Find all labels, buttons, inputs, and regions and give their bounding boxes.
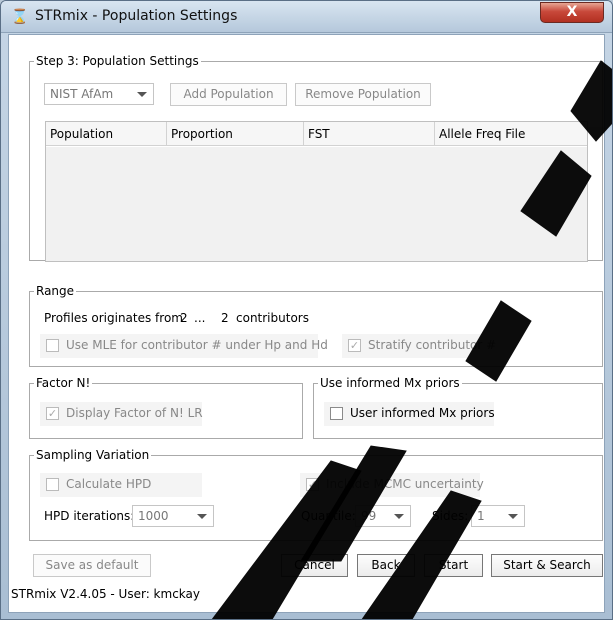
- dialog-content: Step 3: Population Settings NIST AfAm Ad…: [8, 34, 605, 613]
- remove-population-button[interactable]: Remove Population: [295, 83, 431, 106]
- range-group: Range Profiles originates from 2 ... 2 c…: [29, 284, 603, 367]
- population-settings-group: Step 3: Population Settings NIST AfAm Ad…: [29, 54, 603, 262]
- factor-group: Factor N! ✓ Display Factor of N! LR: [29, 376, 303, 439]
- window-title: STRmix - Population Settings: [35, 8, 238, 24]
- sides-select[interactable]: 1: [471, 505, 525, 527]
- mcmc-label: Include MCMC uncertainty: [326, 477, 484, 491]
- population-table[interactable]: Population Proportion FST Allele Freq Fi…: [45, 121, 588, 262]
- mx-priors-group: Use informed Mx priors User informed Mx …: [313, 376, 603, 439]
- display-factor-checkbox[interactable]: ✓: [46, 407, 59, 420]
- user-mx-checkbox[interactable]: [330, 407, 343, 420]
- hpd-iterations-label: HPD iterations:: [44, 509, 135, 523]
- quantile-select[interactable]: 99: [355, 505, 411, 527]
- back-button[interactable]: Back: [357, 554, 415, 577]
- mcmc-checkbox[interactable]: ✓: [306, 478, 319, 491]
- quantile-label: Quantile:: [301, 509, 356, 523]
- sides-label: Sides:: [432, 509, 469, 523]
- hpd-checkbox[interactable]: [46, 478, 59, 491]
- user-mx-row[interactable]: User informed Mx priors: [324, 402, 495, 426]
- chevron-down-icon: [197, 514, 207, 519]
- status-bar: STRmix V2.4.05 - User: kmckay: [11, 587, 200, 601]
- title-bar[interactable]: ⌛ STRmix - Population Settings X: [1, 1, 612, 33]
- mx-group-title: Use informed Mx priors: [318, 376, 462, 390]
- quantile-value: 99: [361, 509, 377, 523]
- table-body[interactable]: [46, 147, 587, 261]
- range-min[interactable]: 2: [180, 311, 188, 326]
- sides-value: 1: [477, 509, 485, 523]
- save-as-default-button[interactable]: Save as default: [33, 554, 151, 577]
- sampling-group-title: Sampling Variation: [34, 448, 152, 462]
- hpd-row[interactable]: Calculate HPD: [40, 473, 202, 497]
- hpd-iterations-value: 1000: [138, 509, 169, 523]
- range-group-title: Range: [34, 284, 77, 298]
- population-select[interactable]: NIST AfAm: [44, 83, 154, 105]
- population-select-value: NIST AfAm: [50, 87, 114, 101]
- add-population-button[interactable]: Add Population: [170, 83, 287, 106]
- stratify-checkbox-row[interactable]: ✓ Stratify contributor #: [342, 334, 497, 358]
- column-fst[interactable]: FST: [304, 122, 435, 146]
- range-prefix: Profiles originates from: [44, 311, 183, 325]
- chevron-down-icon: [137, 92, 147, 97]
- column-population[interactable]: Population: [46, 122, 167, 146]
- stratify-checkbox[interactable]: ✓: [348, 339, 361, 352]
- hpd-label: Calculate HPD: [66, 477, 152, 491]
- column-proportion[interactable]: Proportion: [167, 122, 304, 146]
- range-separator: ...: [194, 311, 206, 325]
- mle-checkbox[interactable]: [46, 339, 59, 352]
- user-mx-label: User informed Mx priors: [350, 406, 495, 420]
- window: ⌛ STRmix - Population Settings X Step 3:…: [0, 0, 613, 620]
- cancel-button[interactable]: Cancel: [281, 554, 348, 577]
- start-button[interactable]: Start: [424, 554, 483, 577]
- chevron-down-icon: [508, 514, 518, 519]
- range-max[interactable]: 2: [221, 311, 229, 326]
- range-suffix: contributors: [236, 311, 309, 325]
- population-group-title: Step 3: Population Settings: [34, 54, 201, 68]
- sampling-group: Sampling Variation Calculate HPD ✓ Inclu…: [29, 448, 603, 541]
- column-allele-freq-file[interactable]: Allele Freq File: [435, 122, 587, 146]
- close-button[interactable]: X: [540, 2, 604, 23]
- app-icon: ⌛: [11, 9, 29, 25]
- mcmc-row[interactable]: ✓ Include MCMC uncertainty: [300, 473, 484, 497]
- display-factor-row[interactable]: ✓ Display Factor of N! LR: [40, 402, 203, 426]
- mle-label: Use MLE for contributor # under Hp and H…: [66, 338, 328, 352]
- stratify-label: Stratify contributor #: [368, 338, 497, 352]
- factor-group-title: Factor N!: [34, 376, 93, 390]
- mle-checkbox-row[interactable]: Use MLE for contributor # under Hp and H…: [40, 334, 328, 358]
- chevron-down-icon: [394, 514, 404, 519]
- hpd-iterations-select[interactable]: 1000: [132, 505, 214, 527]
- start-search-button[interactable]: Start & Search: [491, 554, 603, 577]
- table-header: Population Proportion FST Allele Freq Fi…: [46, 122, 587, 146]
- display-factor-label: Display Factor of N! LR: [66, 406, 203, 420]
